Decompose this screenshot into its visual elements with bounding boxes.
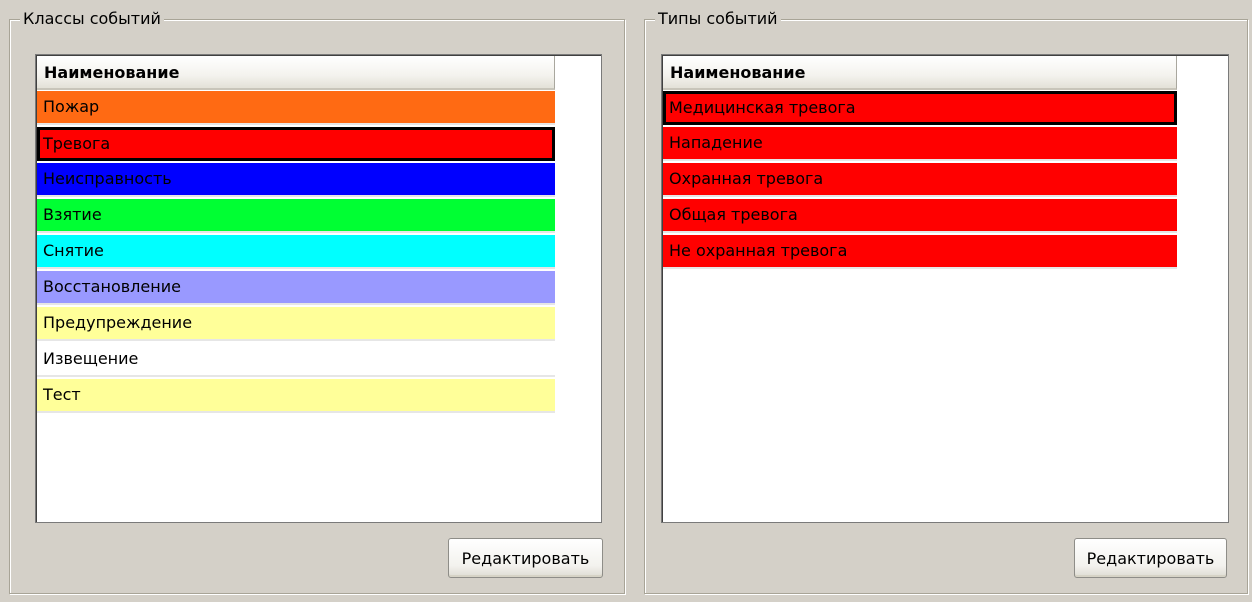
list-item[interactable]: Неисправность (37, 163, 555, 197)
event-classes-group: Классы событий Наименование Пожар Тревога… (9, 8, 625, 594)
column-header-name[interactable]: Наименование (663, 56, 1177, 90)
event-types-title: Типы событий (655, 8, 781, 30)
list-item[interactable]: Предупреждение (37, 307, 555, 341)
edit-classes-button[interactable]: Редактировать (448, 538, 603, 578)
event-types-group: Типы событий Наименование Медицинская тр… (644, 8, 1248, 594)
column-header-name[interactable]: Наименование (37, 56, 555, 90)
list-item[interactable]: Общая тревога (663, 199, 1177, 233)
list-item[interactable]: Охранная тревога (663, 163, 1177, 197)
event-classes-list[interactable]: Наименование Пожар Тревога Неисправность Вз… (35, 54, 602, 523)
edit-types-button[interactable]: Редактировать (1074, 538, 1227, 578)
list-item[interactable]: Тревога (37, 127, 555, 161)
list-item[interactable]: Медицинская тревога (663, 91, 1177, 125)
event-classes-title: Классы событий (20, 8, 164, 30)
list-item[interactable]: Снятие (37, 235, 555, 269)
list-item[interactable]: Восстановление (37, 271, 555, 305)
event-types-list[interactable]: Наименование Медицинская тревога Нападени… (661, 54, 1229, 523)
list-item[interactable]: Пожар (37, 91, 555, 125)
list-item[interactable]: Извещение (37, 343, 555, 377)
list-item[interactable]: Не охранная тревога (663, 235, 1177, 269)
list-item[interactable]: Тест (37, 379, 555, 413)
list-item[interactable]: Взятие (37, 199, 555, 233)
list-item[interactable]: Нападение (663, 127, 1177, 161)
